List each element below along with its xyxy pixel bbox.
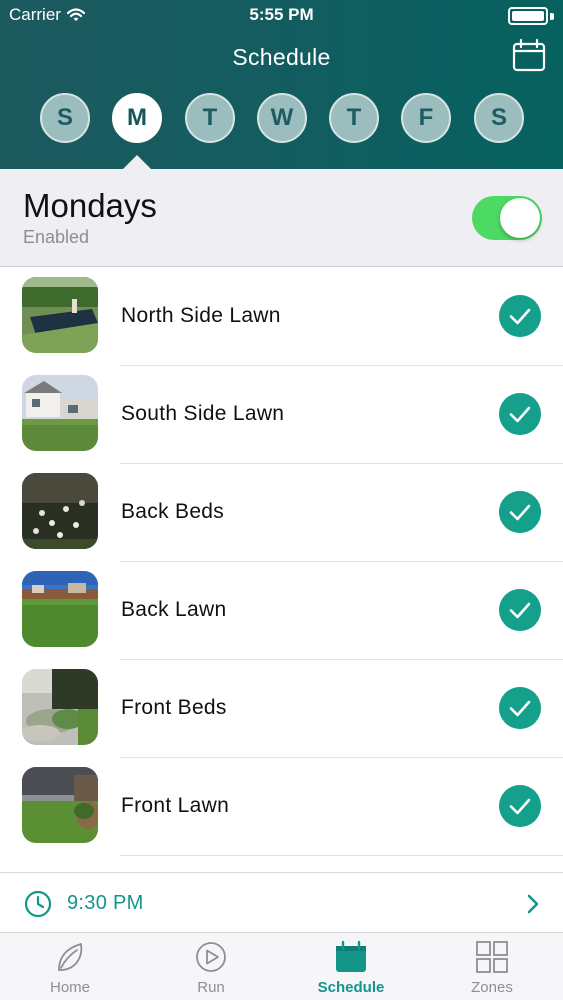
header: Carrier 5:55 PM Schedule S M T W T F S bbox=[0, 0, 563, 169]
check-icon[interactable] bbox=[499, 785, 541, 827]
check-icon[interactable] bbox=[499, 295, 541, 337]
day-button-tuesday[interactable]: T bbox=[185, 93, 235, 143]
tab-run[interactable]: Run bbox=[141, 933, 281, 1000]
battery-icon bbox=[508, 7, 554, 25]
zone-row-back-lawn[interactable]: Back Lawn bbox=[0, 562, 563, 660]
day-button-sunday[interactable]: S bbox=[40, 93, 90, 143]
calendar-icon[interactable] bbox=[512, 38, 546, 72]
row-divider bbox=[120, 855, 563, 856]
check-icon[interactable] bbox=[499, 393, 541, 435]
day-settings: Mondays Enabled bbox=[0, 169, 563, 267]
start-time: 9:30 PM bbox=[67, 892, 144, 914]
tab-label: Home bbox=[49, 979, 90, 996]
day-selector: S M T W T F S bbox=[40, 93, 530, 143]
day-title: Mondays bbox=[23, 187, 157, 224]
zone-thumbnail bbox=[22, 277, 98, 353]
check-icon[interactable] bbox=[499, 589, 541, 631]
clock-icon bbox=[24, 890, 52, 918]
check-icon[interactable] bbox=[499, 687, 541, 729]
check-icon[interactable] bbox=[499, 491, 541, 533]
chevron-right-icon bbox=[527, 894, 539, 914]
status-time: 5:55 PM bbox=[249, 5, 314, 24]
zone-thumbnail bbox=[22, 473, 98, 549]
zone-thumbnail bbox=[22, 375, 98, 451]
day-button-wednesday[interactable]: W bbox=[257, 93, 307, 143]
zone-name: Front Lawn bbox=[121, 794, 230, 817]
leaf-icon bbox=[58, 943, 83, 971]
zone-name: Front Beds bbox=[121, 696, 227, 719]
zone-row-back-beds[interactable]: Back Beds bbox=[0, 464, 563, 562]
zone-thumbnail bbox=[22, 571, 98, 647]
selected-day-pointer bbox=[123, 155, 151, 169]
tab-zones[interactable]: Zones bbox=[422, 933, 562, 1000]
zone-row-south-side-lawn[interactable]: South Side Lawn bbox=[0, 366, 563, 464]
tab-label: Schedule bbox=[317, 979, 385, 996]
day-button-thursday[interactable]: T bbox=[329, 93, 379, 143]
zone-list: North Side Lawn South Side Lawn Back Bed… bbox=[0, 268, 563, 870]
day-button-friday[interactable]: F bbox=[401, 93, 451, 143]
zone-row-front-lawn[interactable]: Front Lawn bbox=[0, 758, 563, 856]
tab-bar: Home Run Schedule Zones bbox=[0, 933, 563, 1000]
start-time-row[interactable]: 9:30 PM bbox=[0, 872, 563, 933]
zone-thumbnail bbox=[22, 669, 98, 745]
day-status: Enabled bbox=[23, 227, 90, 247]
zone-name: Back Beds bbox=[121, 500, 225, 523]
zone-row-front-beds[interactable]: Front Beds bbox=[0, 660, 563, 758]
page-title: Schedule bbox=[232, 44, 331, 70]
tab-home[interactable]: Home bbox=[0, 933, 140, 1000]
tab-schedule[interactable]: Schedule bbox=[281, 933, 421, 1000]
calendar-icon bbox=[336, 940, 366, 972]
zone-thumbnail bbox=[22, 767, 98, 843]
play-icon bbox=[196, 942, 226, 972]
day-button-saturday[interactable]: S bbox=[474, 93, 524, 143]
grid-icon bbox=[476, 941, 508, 973]
zone-row-north-side-lawn[interactable]: North Side Lawn bbox=[0, 268, 563, 366]
tab-label: Run bbox=[197, 979, 225, 996]
status-bar: Carrier 5:55 PM bbox=[0, 0, 563, 30]
zone-name: Back Lawn bbox=[121, 598, 227, 621]
toggle-knob bbox=[500, 198, 540, 238]
zone-name: South Side Lawn bbox=[121, 402, 285, 425]
day-enabled-toggle[interactable] bbox=[472, 196, 542, 240]
day-button-monday[interactable]: M bbox=[112, 93, 162, 143]
tab-label: Zones bbox=[471, 979, 513, 996]
zone-name: North Side Lawn bbox=[121, 304, 281, 327]
